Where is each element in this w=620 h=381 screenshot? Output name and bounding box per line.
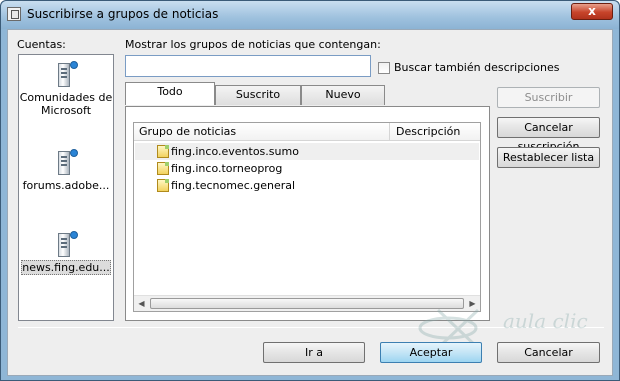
server-icon [56,231,78,257]
accounts-list[interactable]: Comunidades de Microsoft forums.adobe...… [18,54,114,321]
window-title: Suscribirse a grupos de noticias [27,7,219,21]
newsgroup-icon [157,145,169,158]
app-icon [7,7,21,21]
list-item[interactable]: fing.inco.torneoprog [135,160,479,177]
search-input[interactable] [125,55,371,77]
newsgroup-icon [157,162,169,175]
ok-button[interactable]: Aceptar [380,342,482,363]
newsgroup-icon [157,179,169,192]
cancel-button[interactable]: Cancelar [497,342,600,363]
list-item[interactable]: fing.tecnomec.general [135,177,479,194]
accounts-label: Cuentas: [17,38,66,51]
column-header-group[interactable]: Grupo de noticias [139,125,236,138]
close-button[interactable]: x [571,3,613,20]
title-bar[interactable]: Suscribirse a grupos de noticias x [1,1,619,29]
account-item-fing[interactable]: news.fing.edu... [19,231,113,275]
dialog-window: Suscribirse a grupos de noticias x Cuent… [0,0,620,381]
tab-suscrito[interactable]: Suscrito [215,85,301,105]
server-icon [56,61,78,87]
newsgroup-name: fing.inco.torneoprog [171,162,283,175]
scroll-left-icon[interactable]: ◀ [134,297,149,310]
subscribe-button[interactable]: Suscribir [497,87,600,108]
search-descriptions-label: Buscar también descripciones [394,61,560,74]
account-label: news.fing.edu... [21,260,111,275]
account-item-microsoft[interactable]: Comunidades de Microsoft [19,61,113,117]
column-divider[interactable] [389,123,390,141]
tab-panel: Grupo de noticias Descripción fing.inco.… [125,106,490,321]
tab-todo[interactable]: Todo [125,82,215,105]
newsgroup-name: fing.tecnomec.general [171,179,296,192]
account-label: forums.adobe... [22,179,110,192]
dialog-body: Cuentas: Comunidades de Microsoft forums… [7,29,613,376]
tab-nuevo[interactable]: Nuevo [301,85,385,105]
list-item[interactable]: fing.inco.eventos.sumo [135,143,479,160]
watermark-text: aula clic [503,309,588,333]
reset-list-button[interactable]: Restablecer lista [497,147,600,168]
newsgroups-list[interactable]: Grupo de noticias Descripción fing.inco.… [133,122,481,312]
account-item-adobe[interactable]: forums.adobe... [19,149,113,192]
server-icon [56,149,78,175]
unsubscribe-button[interactable]: Cancelar suscripción [497,117,600,153]
search-descriptions-checkbox[interactable] [378,62,390,74]
search-label: Mostrar los grupos de noticias que conte… [125,38,381,51]
column-header-description[interactable]: Descripción [396,125,460,138]
account-label: Comunidades de Microsoft [19,91,113,117]
newsgroup-name: fing.inco.eventos.sumo [171,145,299,158]
go-to-button[interactable]: Ir a [263,342,365,363]
list-header: Grupo de noticias Descripción [134,123,480,141]
